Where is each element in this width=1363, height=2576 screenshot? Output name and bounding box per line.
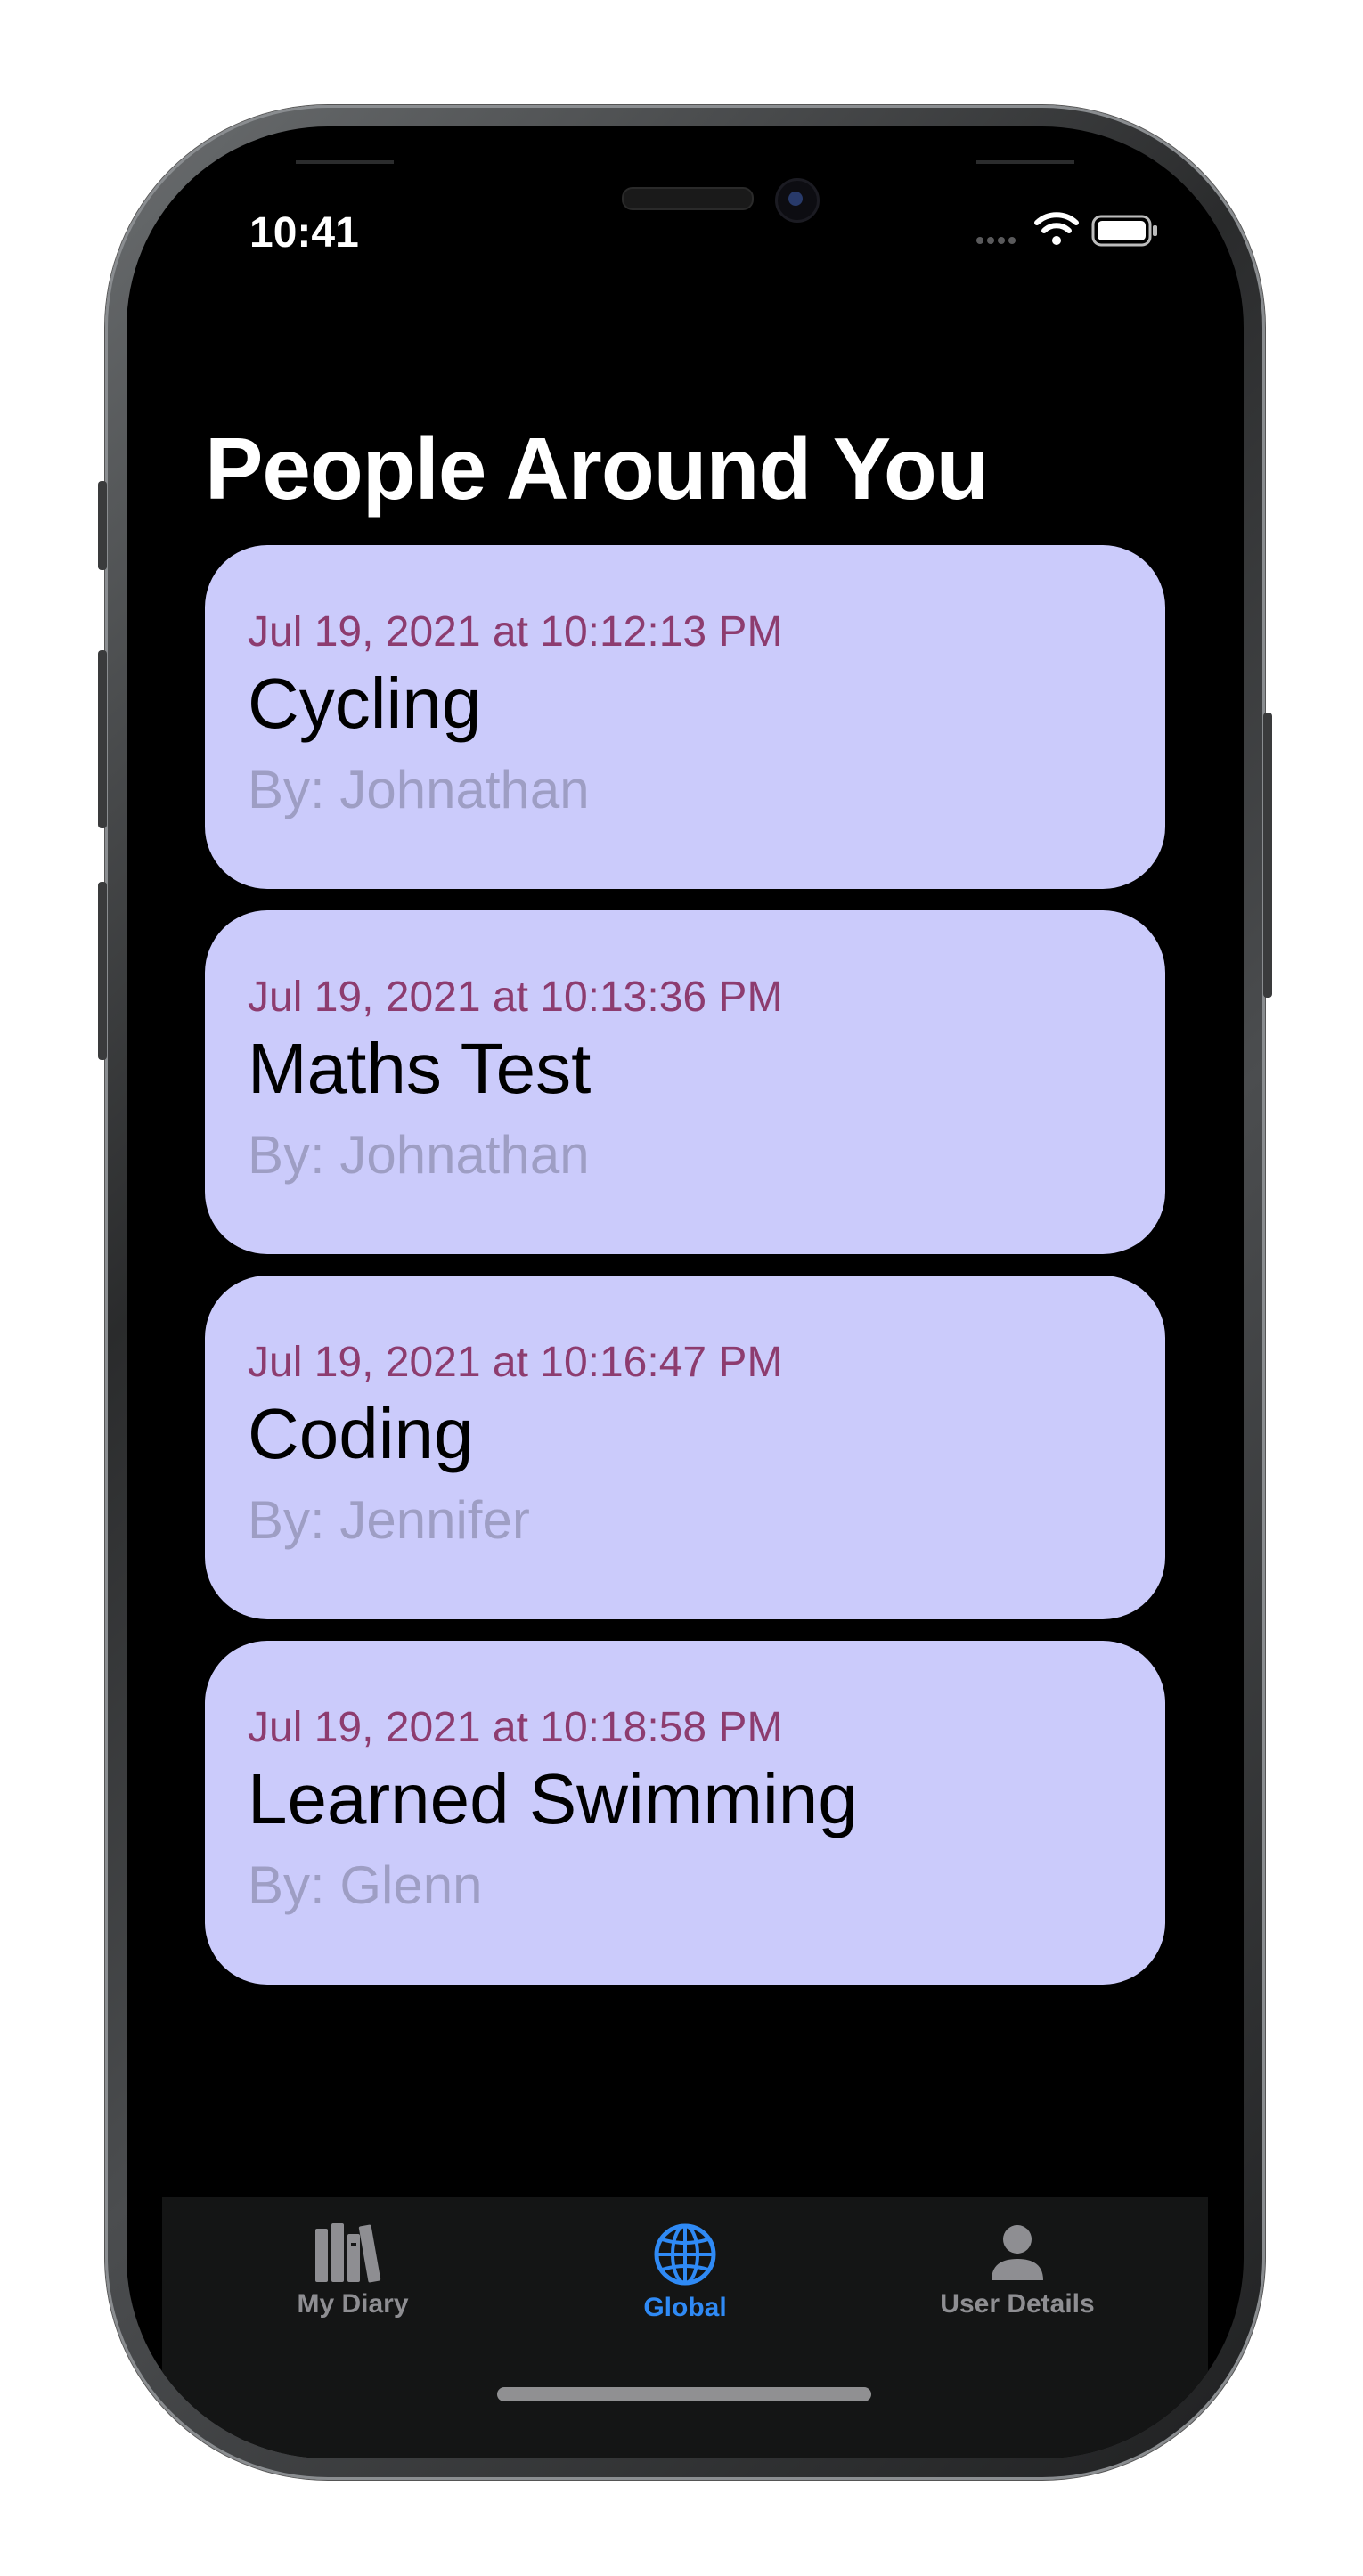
phone-screen: 10:41 People Around You Jul 19, 2021 at …: [127, 126, 1244, 2458]
entry-title: Maths Test: [248, 1029, 592, 1108]
power-button: [1263, 713, 1272, 998]
home-indicator[interactable]: [497, 2387, 871, 2401]
entry-title: Cycling: [248, 664, 482, 743]
side-switch: [98, 481, 107, 570]
tab-user-details[interactable]: User Details: [884, 2221, 1151, 2355]
battery-icon: [1091, 215, 1157, 247]
entry-card[interactable]: Jul 19, 2021 at 10:13:36 PM Maths Test B…: [205, 910, 1165, 1254]
volume-up-button: [98, 650, 107, 828]
entry-title: Coding: [248, 1394, 474, 1473]
tab-label: My Diary: [297, 2289, 409, 2319]
entry-card[interactable]: Jul 19, 2021 at 10:12:13 PM Cycling By: …: [205, 545, 1165, 889]
entry-card[interactable]: Jul 19, 2021 at 10:16:47 PM Coding By: J…: [205, 1276, 1165, 1619]
antenna-line: [296, 160, 394, 164]
volume-down-button: [98, 882, 107, 1060]
tab-label: User Details: [940, 2289, 1095, 2319]
entry-date: Jul 19, 2021 at 10:18:58 PM: [248, 1704, 783, 1751]
entry-author: By: Johnathan: [248, 760, 590, 819]
wifi-icon: [1034, 212, 1079, 245]
books-icon: [315, 2223, 381, 2283]
front-camera: [775, 178, 820, 223]
entry-card[interactable]: Jul 19, 2021 at 10:18:58 PM Learned Swim…: [205, 1641, 1165, 1985]
status-time: 10:41: [249, 209, 359, 257]
page-title: People Around You: [205, 420, 990, 518]
speaker-grille: [622, 187, 754, 210]
globe-icon: [654, 2223, 716, 2286]
entry-date: Jul 19, 2021 at 10:12:13 PM: [248, 608, 783, 656]
entry-author: By: Jennifer: [248, 1490, 530, 1550]
person-icon: [992, 2225, 1043, 2280]
tab-bar: My Diary Global User Details: [162, 2197, 1208, 2458]
entry-date: Jul 19, 2021 at 10:16:47 PM: [248, 1339, 783, 1386]
entry-title: Learned Swimming: [248, 1759, 858, 1838]
entry-list: Jul 19, 2021 at 10:12:13 PM Cycling By: …: [205, 545, 1165, 2006]
tab-label: Global: [643, 2293, 727, 2322]
entry-date: Jul 19, 2021 at 10:13:36 PM: [248, 974, 783, 1021]
tab-my-diary[interactable]: My Diary: [219, 2221, 486, 2355]
tab-global[interactable]: Global: [551, 2221, 819, 2355]
signal-icon: [976, 237, 1016, 244]
antenna-line: [976, 160, 1074, 164]
entry-author: By: Johnathan: [248, 1125, 590, 1185]
status-icons: [973, 208, 1169, 253]
entry-author: By: Glenn: [248, 1855, 483, 1915]
